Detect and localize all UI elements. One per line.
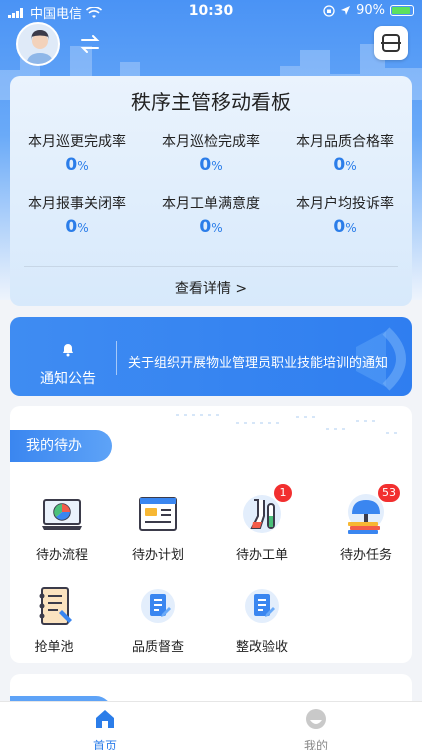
metric-unit: % bbox=[345, 221, 357, 235]
metric-value: 0 bbox=[199, 155, 212, 175]
scan-button[interactable] bbox=[374, 26, 408, 60]
view-details-link[interactable]: 查看详情 > bbox=[10, 278, 412, 298]
notice-headline[interactable]: 关于组织开展物业管理员职业技能培训的通知 bbox=[128, 352, 388, 371]
bottom-tab-bar: 首页 我的 bbox=[0, 701, 422, 750]
metric-value: 0 bbox=[65, 155, 78, 175]
user-avatar-icon bbox=[26, 30, 54, 64]
todo-item-task[interactable]: 53 待办任务 bbox=[316, 484, 416, 563]
todo-item-label: 待办工单 bbox=[235, 548, 288, 563]
quality-inspection-icon bbox=[141, 589, 175, 623]
status-bar: 中国电信 10:30 90% bbox=[0, 0, 422, 22]
tab-home[interactable]: 首页 bbox=[55, 708, 155, 750]
metric-value: 0 bbox=[333, 217, 346, 237]
metric-value: 0 bbox=[333, 155, 346, 175]
metric-value: 0 bbox=[199, 217, 212, 237]
todo-item-label: 整改验收 bbox=[235, 640, 288, 655]
metric-household-complaint-rate[interactable]: 本月户均投诉率 0% bbox=[278, 193, 412, 237]
metric-label: 本月工单满意度 bbox=[162, 196, 260, 212]
battery-level-fill bbox=[392, 7, 410, 14]
home-icon bbox=[96, 710, 114, 728]
rotation-lock-icon bbox=[323, 4, 335, 17]
location-icon bbox=[341, 6, 351, 15]
metric-unit: % bbox=[211, 159, 223, 173]
plan-icon bbox=[139, 497, 177, 531]
todo-title: 我的待办 bbox=[10, 430, 112, 462]
metric-unit: % bbox=[345, 159, 357, 173]
todo-item-label: 待办计划 bbox=[131, 548, 184, 563]
todo-item-label: 待办任务 bbox=[339, 548, 392, 563]
metric-label: 本月户均投诉率 bbox=[296, 196, 394, 212]
dashboard-card: 秩序主管移动看板 本月巡更完成率 0% 本月巡检完成率 0% 本月品质合格率 0… bbox=[10, 76, 412, 306]
metric-label: 本月品质合格率 bbox=[296, 134, 394, 150]
todo-item-label: 抢单池 bbox=[34, 640, 74, 655]
todo-item-workflow[interactable]: 待办流程 bbox=[12, 492, 112, 563]
todo-item-plan[interactable]: 待办计划 bbox=[108, 492, 208, 563]
notice-label: 通知公告 bbox=[40, 371, 96, 387]
metric-label: 本月巡检完成率 bbox=[162, 134, 260, 150]
top-bar bbox=[0, 22, 422, 66]
profile-icon bbox=[306, 709, 326, 729]
bell-icon bbox=[63, 344, 73, 357]
task-badge: 53 bbox=[378, 484, 400, 502]
tab-home-label: 首页 bbox=[92, 739, 117, 750]
todo-item-work-order[interactable]: 1 待办工单 bbox=[212, 484, 312, 563]
todo-item-label: 待办流程 bbox=[35, 548, 88, 563]
dashboard-title: 秩序主管移动看板 bbox=[131, 90, 291, 114]
metric-report-close-rate[interactable]: 本月报事关闭率 0% bbox=[10, 193, 144, 237]
tab-profile[interactable]: 我的 bbox=[266, 708, 366, 750]
switch-icon[interactable] bbox=[78, 32, 102, 56]
metric-label: 本月巡更完成率 bbox=[28, 134, 126, 150]
avatar[interactable] bbox=[16, 22, 60, 66]
order-pool-icon bbox=[39, 587, 72, 625]
notice-separator bbox=[116, 341, 117, 375]
workflow-icon bbox=[42, 499, 82, 530]
work-order-badge: 1 bbox=[274, 484, 292, 502]
todo-card: 我的待办 待办流程 待办计划 1 待办工单 53 待办任务 抢单池 品质督查 整… bbox=[10, 406, 412, 663]
divider bbox=[24, 266, 398, 267]
metric-value: 0 bbox=[65, 217, 78, 237]
metric-work-order-satisfaction[interactable]: 本月工单满意度 0% bbox=[144, 193, 278, 237]
metric-patrol-completion[interactable]: 本月巡更完成率 0% bbox=[10, 131, 144, 175]
rectification-icon bbox=[245, 589, 279, 623]
todo-item-label: 品质督查 bbox=[131, 640, 184, 655]
todo-item-quality-inspection[interactable]: 品质督查 bbox=[108, 584, 208, 655]
scan-icon bbox=[381, 34, 401, 52]
metric-unit: % bbox=[77, 159, 89, 173]
metric-unit: % bbox=[77, 221, 89, 235]
metric-quality-pass-rate[interactable]: 本月品质合格率 0% bbox=[278, 131, 412, 175]
notice-banner[interactable]: 通知公告 关于组织开展物业管理员职业技能培训的通知 bbox=[10, 317, 412, 396]
todo-item-rectification[interactable]: 整改验收 bbox=[212, 584, 312, 655]
tab-profile-label: 我的 bbox=[303, 739, 328, 750]
dot-pattern-decoration bbox=[176, 414, 397, 434]
battery-percent: 90% bbox=[356, 3, 385, 18]
battery-icon bbox=[390, 5, 414, 16]
metric-inspection-completion[interactable]: 本月巡检完成率 0% bbox=[144, 131, 278, 175]
todo-item-order-pool[interactable]: 抢单池 bbox=[4, 584, 104, 655]
metric-unit: % bbox=[211, 221, 223, 235]
metric-label: 本月报事关闭率 bbox=[28, 196, 126, 212]
